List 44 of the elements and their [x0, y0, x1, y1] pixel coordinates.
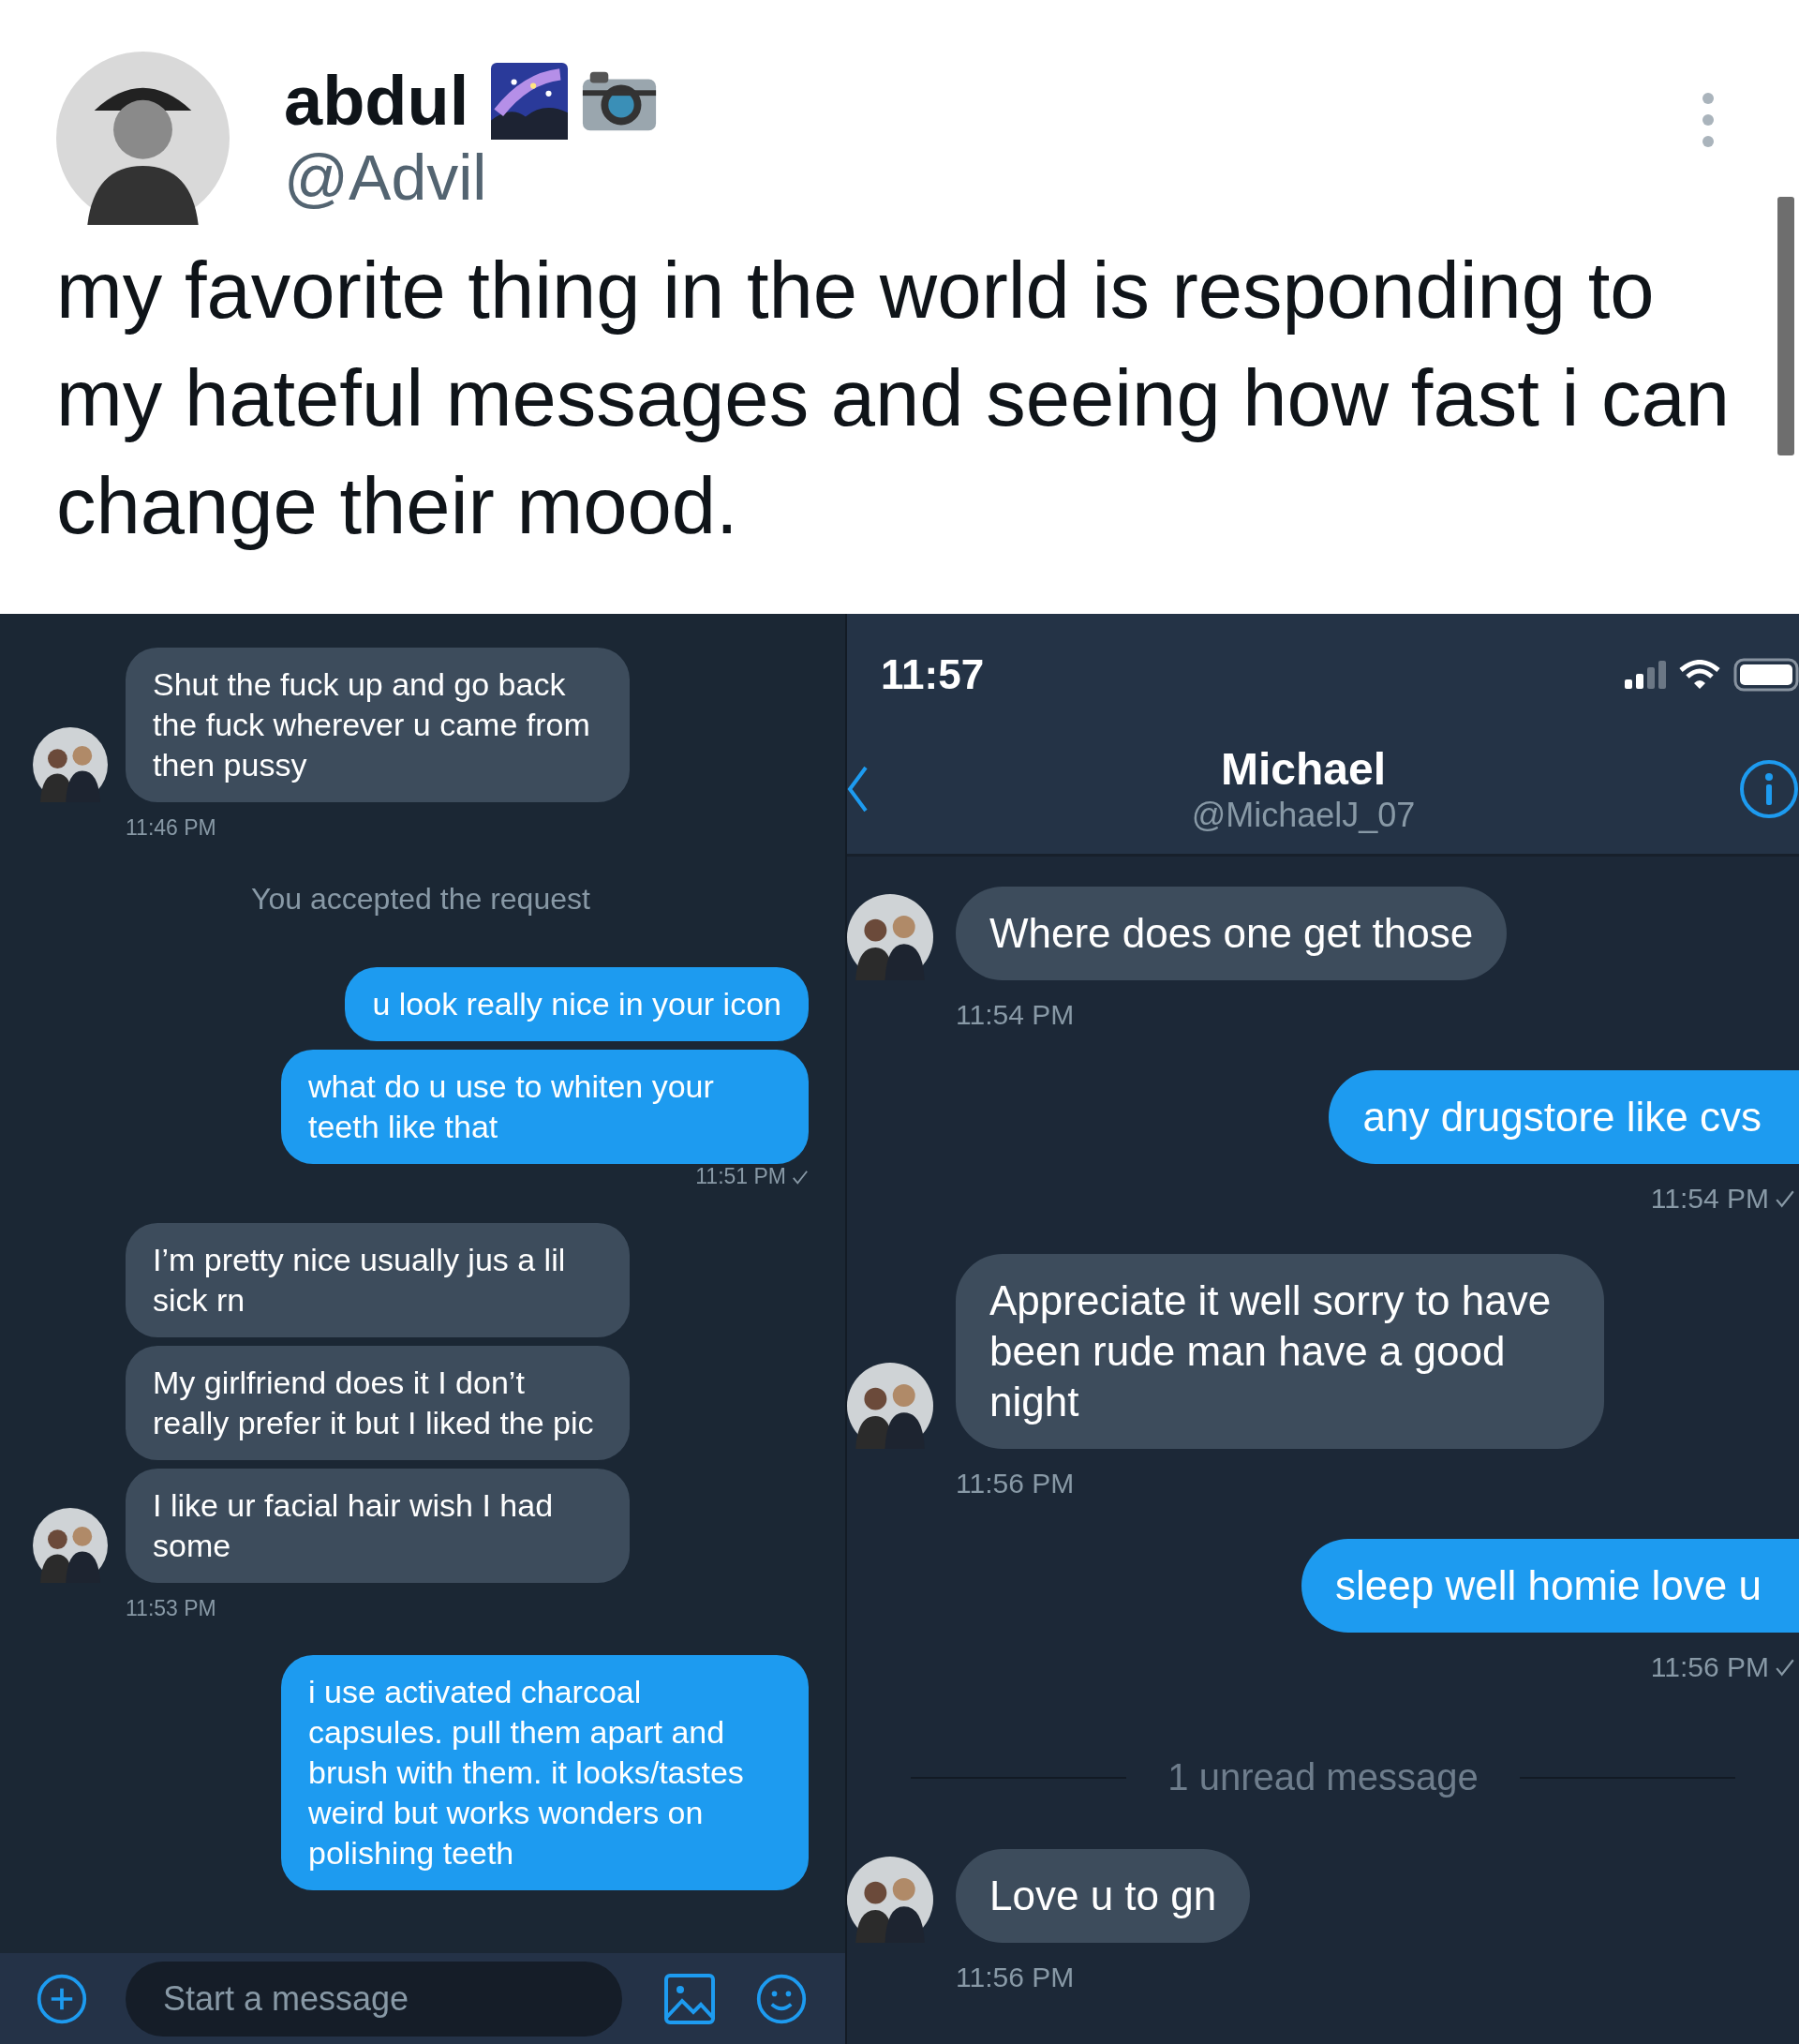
- emoji-icon[interactable]: [755, 1972, 808, 2025]
- avatar[interactable]: [847, 894, 933, 980]
- avatar[interactable]: [33, 1508, 108, 1583]
- message-bubble: u look really nice in your icon: [345, 967, 809, 1041]
- message-bubble: Shut the fuck up and go back the fuck wherever u came from then pussy: [126, 648, 630, 802]
- battery-icon: [1733, 658, 1799, 692]
- message-bubble: I’m pretty nice usually jus a lil sick rn: [126, 1223, 630, 1337]
- image-icon[interactable]: [663, 1972, 716, 2025]
- username: @Advil: [284, 140, 488, 215]
- timestamp: 11:56 PM: [956, 1468, 1075, 1499]
- message-bubble: any drugstore like cvs: [1329, 1070, 1799, 1164]
- wifi-icon: [1679, 660, 1720, 690]
- message-bubble: sleep well homie love u: [1301, 1539, 1799, 1633]
- system-notice: You accepted the request: [251, 882, 590, 917]
- message-field[interactable]: Start a message: [126, 1961, 622, 2037]
- add-icon[interactable]: [36, 1972, 88, 2025]
- timestamp: 11:53 PM: [126, 1596, 216, 1621]
- message-bubble: Appreciate it well sorry to have been rude man have a good night: [956, 1254, 1604, 1449]
- message-bubble: I like ur facial hair wish I had some: [126, 1469, 630, 1583]
- timestamp: 11:54 PM: [956, 999, 1075, 1031]
- avatar[interactable]: [847, 1363, 933, 1449]
- tweet-text: my favorite thing in the world is responding to my hateful messages and seeing how fast i can change their mood.: [56, 245, 1731, 552]
- contact-name: Michael: [1220, 743, 1386, 796]
- scrollbar[interactable]: [1777, 197, 1794, 455]
- back-icon[interactable]: [847, 766, 868, 813]
- avatar[interactable]: [33, 727, 108, 802]
- message-bubble: i use activated charcoal capsules. pull them apart and brush with them. it looks/tastes weird but works wonders on polishing teeth: [281, 1655, 809, 1890]
- timestamp: 11:56 PM: [956, 1962, 1075, 1993]
- message-bubble: Love u to gn: [956, 1849, 1251, 1943]
- message-bubble: what do u use to whiten your teeth like that: [281, 1050, 809, 1164]
- info-icon[interactable]: [1739, 759, 1799, 819]
- unread-divider-label: 1 unread message: [1167, 1756, 1479, 1798]
- timestamp: 11:46 PM: [126, 815, 216, 841]
- timestamp: 11:51 PM: [695, 1164, 786, 1189]
- contact-handle: @MichaelJ_07: [1191, 796, 1416, 835]
- timestamp: 11:54 PM: [1650, 1183, 1769, 1215]
- avatar[interactable]: [847, 1857, 933, 1943]
- message-bubble: My girlfriend does it I don’t really prefer it but I liked the pic: [126, 1346, 630, 1460]
- display-name: abdul: [284, 63, 469, 139]
- signal-icon: [1625, 661, 1666, 689]
- status-time: 11:57: [881, 651, 985, 698]
- message-bubble: Where does one get those: [956, 887, 1508, 980]
- galaxy-icon: [489, 62, 571, 140]
- timestamp: 11:56 PM: [1650, 1651, 1769, 1683]
